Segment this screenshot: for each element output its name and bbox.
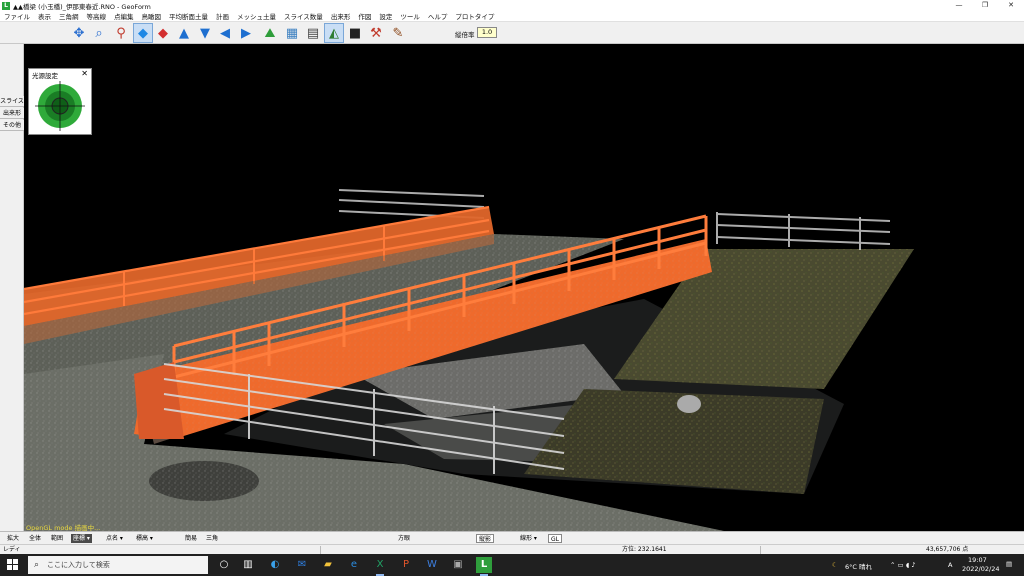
tab-slice[interactable]: スライス xyxy=(0,96,24,107)
widgets-icon[interactable]: ▥ xyxy=(240,557,256,573)
point-cloud-render xyxy=(24,189,914,531)
status-direction: 方位: 232.1641 xyxy=(622,546,667,553)
coordinate-dropdown[interactable]: 座標 ▾ xyxy=(71,534,92,543)
triangle-button[interactable]: 三角 xyxy=(204,534,220,543)
menu-file[interactable]: ファイル xyxy=(0,11,34,21)
menu-avg-section[interactable]: 平均断面土量 xyxy=(165,11,212,21)
close-icon[interactable]: ✕ xyxy=(81,69,88,78)
terrain-icon[interactable]: ⛰ xyxy=(261,24,279,42)
vertical-shadow-button[interactable]: 縦影 xyxy=(476,534,495,543)
powerpoint-icon[interactable]: P xyxy=(398,557,414,573)
word-icon[interactable]: W xyxy=(424,557,440,573)
range-button[interactable]: 範囲 xyxy=(49,534,65,543)
window-title: ▲▲橋梁 (小玉橋)_伊那東春近.RNO - GeoForm xyxy=(13,2,151,11)
menu-prototype[interactable]: プロトタイプ xyxy=(451,11,498,21)
status-point-count: 43,657,706 点 xyxy=(926,546,969,553)
search-icon: ⌕ xyxy=(34,560,40,570)
arrow-up-icon[interactable]: ▲ xyxy=(175,24,193,42)
status-bar: レディ 方位: 232.1641 43,657,706 点 xyxy=(0,544,1024,554)
weather-icon: ☾ xyxy=(832,561,838,569)
elevation-dropdown[interactable]: 標高 ▾ xyxy=(134,534,155,543)
windows-start-icon[interactable] xyxy=(7,559,18,570)
tab-as-built[interactable]: 出来形 xyxy=(0,108,24,119)
bottom-toolbar: 拡大 全体 範囲 座標 ▾ 点名 ▾ 標高 ▾ 簡易 三角 方眼 縦影 線形 ▾… xyxy=(0,531,1024,544)
menu-tin[interactable]: 三角網 xyxy=(55,11,83,21)
arrow-left-icon[interactable]: ◀ xyxy=(216,24,234,42)
menu-help[interactable]: ヘルプ xyxy=(424,11,452,21)
cube-blue-icon[interactable]: ◆ xyxy=(133,23,153,43)
minimize-button[interactable]: — xyxy=(946,0,972,11)
simple-button[interactable]: 簡易 xyxy=(183,534,199,543)
clock-date[interactable]: 2022/02/24 xyxy=(962,565,999,573)
menu-as-built[interactable]: 出来形 xyxy=(327,11,355,21)
light-panel-title: 光源設定 xyxy=(32,72,58,80)
paint-icon[interactable]: ✎ xyxy=(389,24,407,42)
menu-plan[interactable]: 計画 xyxy=(212,11,233,21)
status-divider xyxy=(320,546,321,554)
app-icon[interactable]: ▣ xyxy=(450,557,466,573)
display-icon[interactable]: ■ xyxy=(346,24,364,42)
tray-icons[interactable]: ⌃ ▭ ◖ ♪ xyxy=(890,561,915,569)
tool-icon[interactable]: ⚒ xyxy=(367,24,385,42)
edge-icon[interactable]: ◐ xyxy=(267,557,283,573)
windows-taskbar: ⌕ ここに入力して検索 ○ ▥ ◐ ✉ ▰ e X P W ▣ L ☾ 6°C … xyxy=(0,554,1024,576)
arrow-right-icon[interactable]: ▶ xyxy=(237,24,255,42)
menu-settings[interactable]: 設定 xyxy=(375,11,396,21)
menu-mesh-volume[interactable]: メッシュ土量 xyxy=(233,11,280,21)
status-divider xyxy=(760,546,761,554)
move-icon[interactable]: ✥ xyxy=(70,24,88,42)
file-explorer-icon[interactable]: ▰ xyxy=(320,557,336,573)
vertical-scale-input[interactable]: 1.0 xyxy=(477,27,497,38)
point-name-dropdown[interactable]: 点名 ▾ xyxy=(104,534,125,543)
section-icon[interactable]: ▦ xyxy=(283,24,301,42)
menu-drawing[interactable]: 作図 xyxy=(354,11,375,21)
tab-other[interactable]: その他 xyxy=(0,120,24,131)
light-direction-dial[interactable] xyxy=(35,81,85,131)
status-ready: レディ xyxy=(3,546,21,553)
title-bar: L ▲▲橋梁 (小玉橋)_伊那東春近.RNO - GeoForm — ❐ ✕ xyxy=(0,0,1024,11)
menu-birdseye[interactable]: 鳥瞰図 xyxy=(138,11,166,21)
scale-label: 縦倍率 xyxy=(455,31,475,39)
render-mode-label: OpenGL mode 描画中... xyxy=(26,524,101,531)
menu-point-edit[interactable]: 点編集 xyxy=(110,11,138,21)
task-view-icon[interactable]: ○ xyxy=(216,557,232,573)
weather-text[interactable]: 6°C 晴れ xyxy=(845,561,872,571)
excel-icon[interactable]: X xyxy=(372,557,388,576)
light-settings-panel: 光源設定 ✕ xyxy=(28,68,92,135)
menu-bar: ファイル 表示 三角網 等高線 点編集 鳥瞰図 平均断面土量 計画 メッシュ土量… xyxy=(0,11,1024,22)
zoom-icon[interactable]: ⌕ xyxy=(90,24,108,42)
zoom-in-button[interactable]: 拡大 xyxy=(5,534,21,543)
fit-all-button[interactable]: 全体 xyxy=(27,534,43,543)
axis-icon[interactable]: ⚲ xyxy=(112,24,130,42)
close-button[interactable]: ✕ xyxy=(998,0,1024,11)
ie-icon[interactable]: e xyxy=(346,557,362,573)
notification-icon[interactable]: ▤ xyxy=(1006,560,1012,568)
window-controls: — ❐ ✕ xyxy=(946,0,1024,11)
maximize-button[interactable]: ❐ xyxy=(972,0,998,11)
menu-tools[interactable]: ツール xyxy=(396,11,424,21)
alignment-dropdown[interactable]: 線形 ▾ xyxy=(518,534,539,543)
menu-view[interactable]: 表示 xyxy=(34,11,55,21)
geoform-taskbar-icon[interactable]: L xyxy=(476,557,492,576)
gl-button[interactable]: GL xyxy=(548,534,562,543)
cube-red-icon[interactable]: ◆ xyxy=(154,24,172,42)
search-placeholder: ここに入力して検索 xyxy=(47,561,110,569)
clock-time[interactable]: 19:07 xyxy=(968,556,987,564)
outlook-icon[interactable]: ✉ xyxy=(294,557,310,573)
toolbar: ✥ ⌕ ⚲ ◆ ◆ ▲ ▼ ◀ ▶ ⛰ ▦ ▤ ◭ ■ ⚒ ✎ 縦倍率 1.0 xyxy=(0,22,1024,44)
menu-slice-quantity[interactable]: スライス数量 xyxy=(280,11,327,21)
ime-indicator[interactable]: A xyxy=(948,561,952,569)
grid-button[interactable]: 方眼 xyxy=(396,534,412,543)
point-cloud-viewport[interactable]: 光源設定 ✕ OpenGL mode 描画中... xyxy=(24,44,1024,531)
arrow-down-icon[interactable]: ▼ xyxy=(196,24,214,42)
menu-contour[interactable]: 等高線 xyxy=(83,11,111,21)
left-panel: スライス 出来形 その他 xyxy=(0,44,24,531)
app-icon: L xyxy=(2,1,10,10)
mesh-icon[interactable]: ▤ xyxy=(304,24,322,42)
taskbar-search-box[interactable]: ⌕ ここに入力して検索 xyxy=(28,556,208,574)
light-icon[interactable]: ◭ xyxy=(324,23,344,43)
